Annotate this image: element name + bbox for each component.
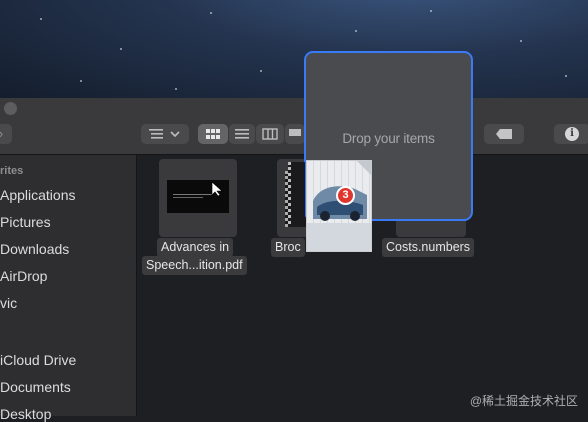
pdf-thumbnail-icon	[167, 180, 229, 213]
star	[40, 18, 42, 20]
star	[120, 48, 122, 50]
sidebar-item-desktop[interactable]: Desktop	[0, 406, 51, 422]
finder-sidebar: rites Applications Pictures Downloads Ai…	[0, 155, 137, 422]
column-view-button[interactable]	[256, 124, 284, 144]
finder-toolbar: ›	[0, 98, 588, 155]
finder-window: ›	[0, 98, 588, 422]
sidebar-item-pictures[interactable]: Pictures	[0, 214, 51, 230]
group-by-button[interactable]	[141, 124, 189, 144]
desktop-background	[0, 0, 588, 100]
star	[520, 40, 522, 42]
star	[260, 70, 262, 72]
column-view-icon	[262, 128, 278, 140]
cursor-arrow-icon	[211, 181, 223, 197]
watermark-text: @稀土掘金技术社区	[469, 394, 578, 408]
sidebar-item-vic[interactable]: vic	[0, 295, 17, 311]
item-count-badge: 3	[336, 186, 355, 205]
sidebar-section-header: rites	[0, 165, 24, 177]
grid-view-icon	[206, 129, 220, 139]
info-icon: i	[565, 127, 579, 141]
tag-icon	[496, 129, 512, 139]
car-image-icon	[307, 161, 371, 251]
tags-button[interactable]	[484, 124, 524, 144]
file-item-pdf[interactable]	[159, 159, 237, 237]
file-name-numbers[interactable]: Costs.numbers	[382, 238, 475, 257]
sidebar-item-airdrop[interactable]: AirDrop	[0, 268, 47, 284]
list-view-button[interactable]	[229, 124, 255, 144]
star	[80, 80, 82, 82]
icon-view-button[interactable]	[198, 124, 228, 144]
file-name-pdf-line2[interactable]: Speech...ition.pdf	[142, 256, 247, 275]
dragged-document-icon	[306, 160, 372, 252]
back-button[interactable]: ›	[0, 124, 12, 144]
star	[430, 10, 432, 12]
sidebar-item-downloads[interactable]: Downloads	[0, 241, 69, 257]
get-info-button[interactable]: i	[554, 124, 588, 144]
gallery-view-button[interactable]	[285, 124, 305, 144]
star	[210, 12, 212, 14]
list-chevron-icon	[149, 129, 180, 139]
star	[355, 30, 357, 32]
sidebar-item-applications[interactable]: Applications	[0, 187, 76, 203]
sidebar-item-icloud-drive[interactable]: iCloud Drive	[0, 352, 76, 368]
sidebar-item-documents[interactable]: Documents	[0, 379, 71, 395]
window-control-button[interactable]	[4, 102, 17, 115]
dragged-items-stack[interactable]: 3	[288, 158, 380, 254]
dragged-brochure-edge	[288, 162, 305, 224]
file-name-pdf-line1[interactable]: Advances in	[157, 238, 234, 257]
list-view-icon	[235, 129, 249, 139]
gallery-view-icon	[289, 129, 301, 136]
drop-zone-label: Drop your items	[342, 131, 435, 146]
star	[565, 75, 567, 77]
star	[175, 88, 177, 90]
